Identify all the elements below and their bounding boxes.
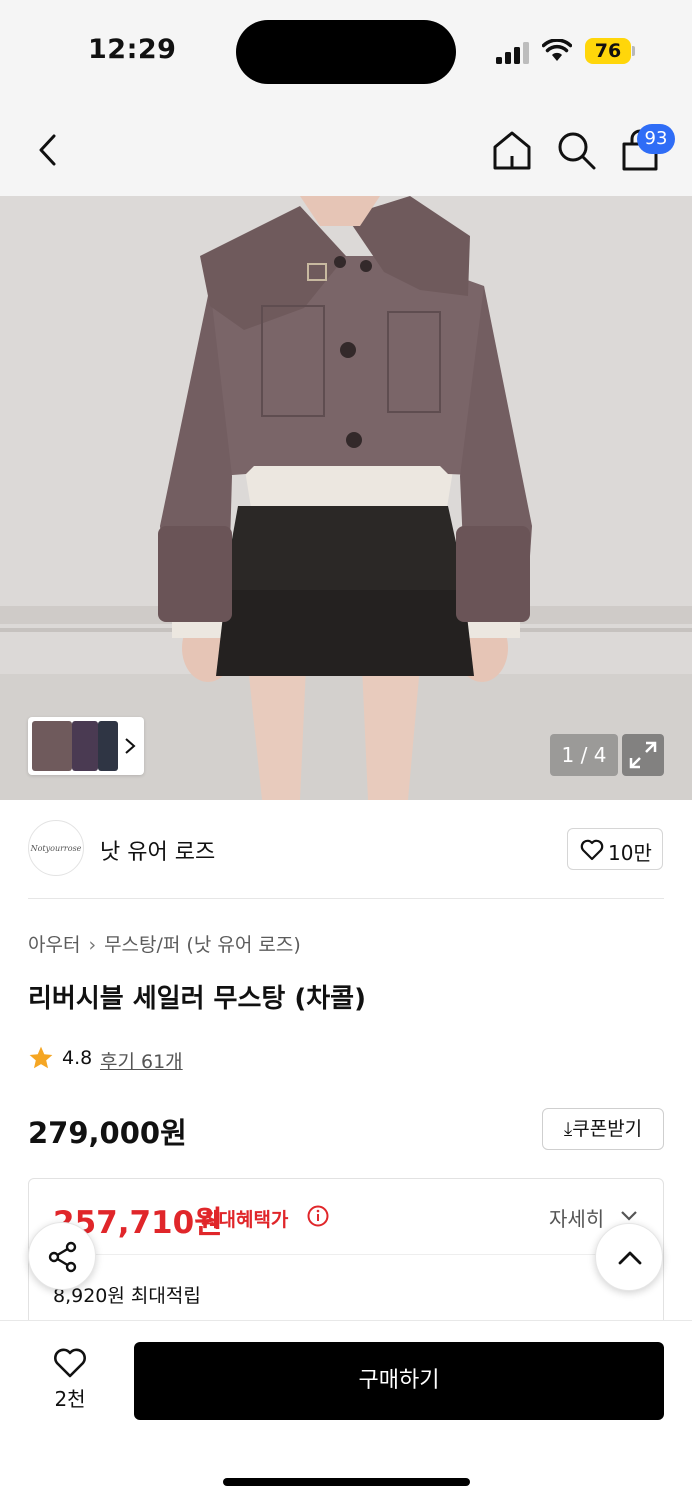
wishlist-button[interactable]: 2천 (40, 1341, 100, 1421)
scroll-to-top-button[interactable] (595, 1223, 663, 1291)
brand-name[interactable]: 낫 유어 로즈 (100, 834, 215, 866)
heart-icon (54, 1348, 86, 1378)
thumbnail-strip[interactable] (28, 717, 144, 775)
wifi-icon (542, 39, 572, 61)
breadcrumb-category[interactable]: 아우터 (28, 934, 80, 956)
star-icon (29, 1046, 53, 1069)
cart-count-badge[interactable]: 93 (637, 124, 675, 154)
download-icon: ⤓ (563, 1118, 573, 1140)
bottom-action-bar: 2천 구매하기 (0, 1320, 692, 1500)
benefit-detail-toggle[interactable]: 자세히 (549, 1203, 604, 1232)
product-title: 리버시블 세일러 무스탕 (차콜) (28, 984, 366, 1014)
max-benefit-label: 최대혜택가 (201, 1209, 289, 1231)
buy-button[interactable]: 구매하기 (134, 1342, 664, 1420)
battery-tip (632, 46, 635, 56)
breadcrumb: 아우터 › 무스탕/퍼 (낫 유어 로즈) (28, 930, 301, 957)
chevron-right-icon: › (88, 934, 97, 956)
home-indicator (223, 1478, 470, 1486)
section-divider (28, 898, 664, 899)
status-bar: 12:29 76 (0, 0, 692, 100)
expand-icon[interactable] (622, 734, 664, 776)
brand-like-count: 10만 (608, 841, 652, 865)
product-photo-illustration (0, 196, 692, 800)
battery-indicator: 76 (585, 38, 631, 64)
coupon-button[interactable]: ⤓쿠폰받기 (542, 1108, 664, 1150)
top-nav-bar: 93 (0, 100, 692, 196)
cellular-signal-icon (496, 42, 529, 64)
chevron-down-icon[interactable] (619, 1209, 639, 1223)
search-icon[interactable] (555, 129, 597, 171)
home-icon[interactable] (490, 128, 534, 172)
product-price: 279,000원 (28, 1116, 187, 1150)
share-button[interactable] (28, 1222, 96, 1290)
rating-score: 4.8 (62, 1047, 93, 1069)
brand-logo[interactable]: Notyourrose (28, 820, 84, 876)
share-icon (48, 1241, 77, 1273)
product-image[interactable] (0, 196, 692, 800)
chevron-up-icon (618, 1251, 642, 1265)
info-icon[interactable] (307, 1205, 329, 1227)
review-count-link[interactable]: 후기 61개 (100, 1047, 183, 1074)
image-counter: 1 / 4 (550, 734, 618, 776)
status-time: 12:29 (88, 34, 177, 65)
brand-logo-text: Notyourrose (30, 844, 82, 853)
wishlist-count: 2천 (54, 1387, 86, 1411)
breadcrumb-subcategory[interactable]: 무스탕/퍼 (낫 유어 로즈) (104, 934, 301, 956)
benefit-divider (29, 1254, 663, 1255)
thumbnail-images (32, 721, 136, 771)
coupon-label: 쿠폰받기 (572, 1118, 643, 1140)
brand-like-button[interactable]: 10만 (567, 828, 663, 870)
heart-icon (580, 839, 604, 861)
back-arrow-icon[interactable] (28, 130, 68, 170)
dynamic-island (236, 20, 456, 84)
benefit-box: 257,710원 최대혜택가 자세히 8,920원 최대적립 (28, 1178, 664, 1328)
